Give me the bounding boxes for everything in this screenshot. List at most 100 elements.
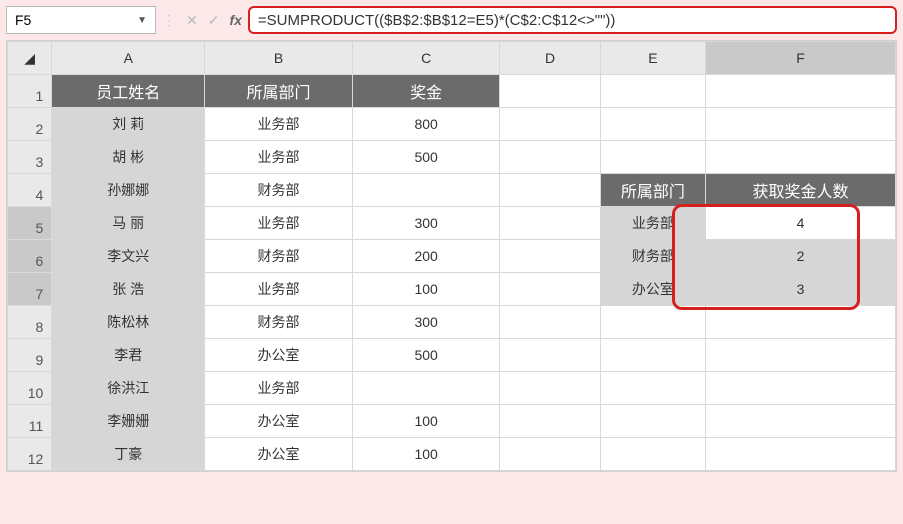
row-header-5[interactable]: 5	[8, 207, 52, 240]
cell-B7[interactable]: 业务部	[205, 273, 353, 306]
cell-D8[interactable]	[500, 306, 600, 339]
cell-B8[interactable]: 财务部	[205, 306, 353, 339]
fx-icon[interactable]: fx	[229, 12, 241, 28]
cell-D1[interactable]	[500, 75, 600, 108]
row-header-8[interactable]: 8	[8, 306, 52, 339]
cancel-icon[interactable]: ✕	[186, 12, 198, 29]
cell-E9[interactable]	[600, 339, 705, 372]
col-header-C[interactable]: C	[352, 42, 500, 75]
cell-A12[interactable]: 丁豪	[52, 438, 205, 471]
cell-A8[interactable]: 陈松林	[52, 306, 205, 339]
cell-C11[interactable]: 100	[352, 405, 500, 438]
cell-F7[interactable]: 3	[706, 273, 896, 306]
cell-D6[interactable]	[500, 240, 600, 273]
cell-A9[interactable]: 李君	[52, 339, 205, 372]
cell-E2[interactable]	[600, 108, 705, 141]
formula-text: =SUMPRODUCT(($B$2:$B$12=E5)*(C$2:C$12<>"…	[258, 12, 615, 29]
cell-F6[interactable]: 2	[706, 240, 896, 273]
col-header-A[interactable]: A	[52, 42, 205, 75]
name-box[interactable]: F5 ▼	[6, 6, 156, 34]
row-header-6[interactable]: 6	[8, 240, 52, 273]
col-header-D[interactable]: D	[500, 42, 600, 75]
cell-C5[interactable]: 300	[352, 207, 500, 240]
cell-B9[interactable]: 办公室	[205, 339, 353, 372]
dropdown-icon[interactable]: ▼	[137, 15, 147, 26]
cell-A2[interactable]: 刘 莉	[52, 108, 205, 141]
cell-C8[interactable]: 300	[352, 306, 500, 339]
row-header-2[interactable]: 2	[8, 108, 52, 141]
formula-bar: F5 ▼ ⋮ ✕ ✓ fx =SUMPRODUCT(($B$2:$B$12=E5…	[6, 6, 897, 34]
cell-D10[interactable]	[500, 372, 600, 405]
cell-F2[interactable]	[706, 108, 896, 141]
row-header-10[interactable]: 10	[8, 372, 52, 405]
select-all-corner[interactable]: ◢	[8, 42, 52, 75]
row-header-4[interactable]: 4	[8, 174, 52, 207]
cell-C9[interactable]: 500	[352, 339, 500, 372]
row-header-7[interactable]: 7	[8, 273, 52, 306]
cell-B5[interactable]: 业务部	[205, 207, 353, 240]
cell-E1[interactable]	[600, 75, 705, 108]
cell-B10[interactable]: 业务部	[205, 372, 353, 405]
cell-F3[interactable]	[706, 141, 896, 174]
cell-F10[interactable]	[706, 372, 896, 405]
cell-E10[interactable]	[600, 372, 705, 405]
cell-C12[interactable]: 100	[352, 438, 500, 471]
cell-A6[interactable]: 李文兴	[52, 240, 205, 273]
cell-F1[interactable]	[706, 75, 896, 108]
cell-B11[interactable]: 办公室	[205, 405, 353, 438]
col-header-F[interactable]: F	[706, 42, 896, 75]
cell-E4[interactable]: 所属部门	[600, 174, 705, 207]
row-header-3[interactable]: 3	[8, 141, 52, 174]
enter-icon[interactable]: ✓	[208, 12, 220, 29]
cell-B2[interactable]: 业务部	[205, 108, 353, 141]
cell-F5[interactable]: 4	[706, 207, 896, 240]
row-header-12[interactable]: 12	[8, 438, 52, 471]
cell-B3[interactable]: 业务部	[205, 141, 353, 174]
cell-D5[interactable]	[500, 207, 600, 240]
cell-C1[interactable]: 奖金	[352, 75, 500, 108]
grid[interactable]: ◢ A B C D E F 1 员工姓名 所属部门 奖金 2 刘 莉 业务部 8…	[7, 41, 896, 471]
cell-D12[interactable]	[500, 438, 600, 471]
formula-input[interactable]: =SUMPRODUCT(($B$2:$B$12=E5)*(C$2:C$12<>"…	[248, 6, 897, 34]
cell-A5[interactable]: 马 丽	[52, 207, 205, 240]
cell-B4[interactable]: 财务部	[205, 174, 353, 207]
cell-D7[interactable]	[500, 273, 600, 306]
col-header-B[interactable]: B	[205, 42, 353, 75]
cell-A3[interactable]: 胡 彬	[52, 141, 205, 174]
cell-F9[interactable]	[706, 339, 896, 372]
row-header-11[interactable]: 11	[8, 405, 52, 438]
cell-D2[interactable]	[500, 108, 600, 141]
cell-E11[interactable]	[600, 405, 705, 438]
cell-F11[interactable]	[706, 405, 896, 438]
cell-B12[interactable]: 办公室	[205, 438, 353, 471]
cell-E12[interactable]	[600, 438, 705, 471]
cell-E6[interactable]: 财务部	[600, 240, 705, 273]
cell-C10[interactable]	[352, 372, 500, 405]
cell-C4[interactable]	[352, 174, 500, 207]
cell-A4[interactable]: 孙娜娜	[52, 174, 205, 207]
cell-E8[interactable]	[600, 306, 705, 339]
cell-C2[interactable]: 800	[352, 108, 500, 141]
cell-E5[interactable]: 业务部	[600, 207, 705, 240]
cell-B6[interactable]: 财务部	[205, 240, 353, 273]
cell-A1[interactable]: 员工姓名	[52, 75, 205, 108]
cell-D4[interactable]	[500, 174, 600, 207]
cell-F4[interactable]: 获取奖金人数	[706, 174, 896, 207]
cell-E7[interactable]: 办公室	[600, 273, 705, 306]
cell-F12[interactable]	[706, 438, 896, 471]
cell-D9[interactable]	[500, 339, 600, 372]
cell-E3[interactable]	[600, 141, 705, 174]
cell-C3[interactable]: 500	[352, 141, 500, 174]
cell-B1[interactable]: 所属部门	[205, 75, 353, 108]
cell-D3[interactable]	[500, 141, 600, 174]
col-header-E[interactable]: E	[600, 42, 705, 75]
cell-A10[interactable]: 徐洪江	[52, 372, 205, 405]
row-header-9[interactable]: 9	[8, 339, 52, 372]
cell-D11[interactable]	[500, 405, 600, 438]
cell-A7[interactable]: 张 浩	[52, 273, 205, 306]
cell-F8[interactable]	[706, 306, 896, 339]
cell-C7[interactable]: 100	[352, 273, 500, 306]
cell-A11[interactable]: 李姗姗	[52, 405, 205, 438]
row-header-1[interactable]: 1	[8, 75, 52, 108]
cell-C6[interactable]: 200	[352, 240, 500, 273]
